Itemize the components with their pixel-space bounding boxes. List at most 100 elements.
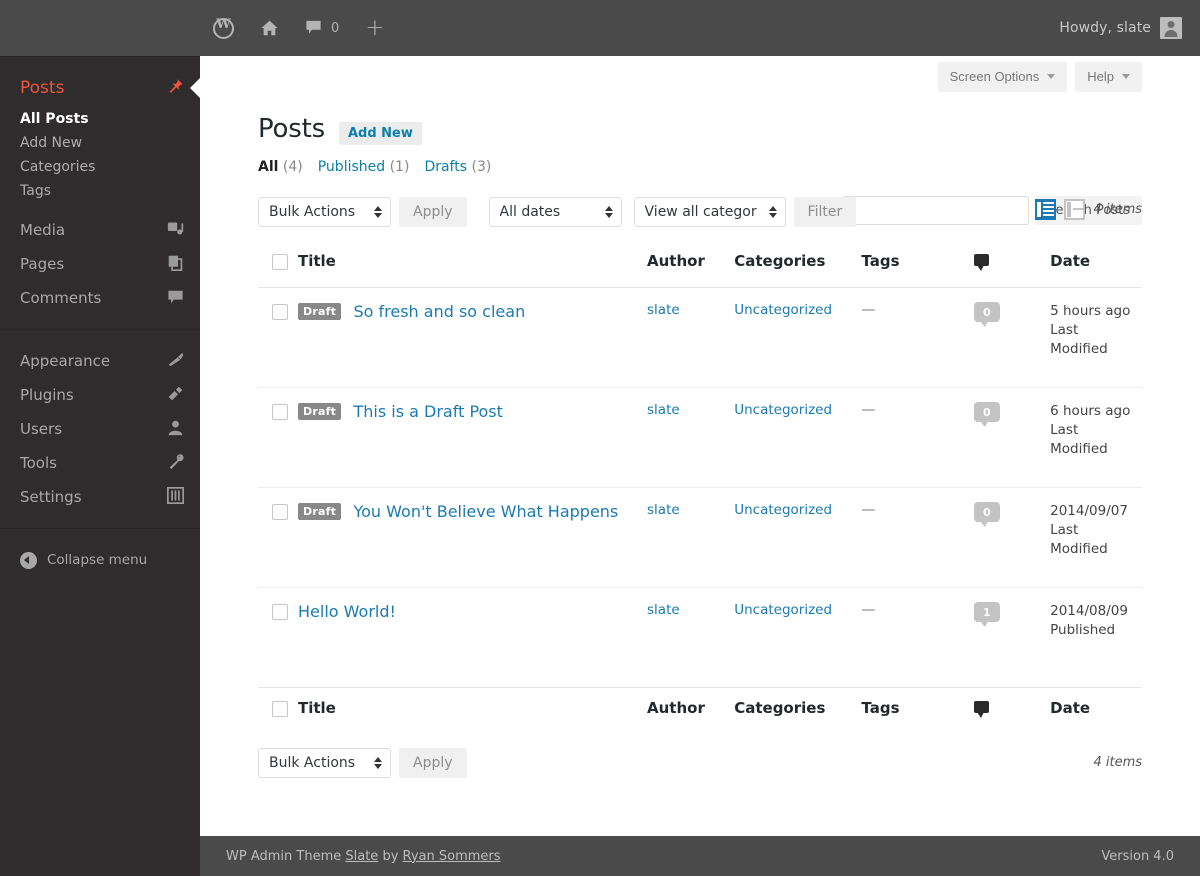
view-filter-all[interactable]: All (4): [258, 159, 303, 175]
bulk-actions-select-bottom[interactable]: Bulk Actions: [258, 748, 391, 778]
filter-button[interactable]: Filter: [793, 197, 857, 227]
view-filter-drafts[interactable]: Drafts (3): [424, 159, 491, 175]
collapse-arrow-icon: [20, 551, 37, 569]
sidebar-item-comments[interactable]: Comments: [0, 281, 200, 315]
help-label: Help: [1087, 69, 1114, 84]
comment-count-bubble[interactable]: 0: [973, 402, 1000, 427]
author-link[interactable]: slate: [647, 602, 680, 618]
excerpt-view-icon[interactable]: [1064, 199, 1086, 220]
row-checkbox[interactable]: [272, 604, 288, 620]
sidebar-item-users[interactable]: Users: [0, 412, 200, 446]
row-tags-cell: —: [861, 387, 974, 488]
posts-table-foot: Title Author Categories Tags Date: [258, 687, 1142, 734]
bulk-actions-select-wrap-bottom: Bulk Actions: [258, 748, 391, 778]
table-row[interactable]: Draft This is a Draft Post slate Uncateg…: [258, 387, 1142, 488]
plug-icon: [167, 385, 184, 405]
sidebar-item-add-new-post[interactable]: Add New: [0, 131, 200, 155]
chevron-down-icon: [1122, 74, 1130, 79]
apply-bulk-action-button-bottom[interactable]: Apply: [399, 748, 467, 778]
table-row[interactable]: Draft You Won't Believe What Happens sla…: [258, 487, 1142, 588]
view-filter-label[interactable]: Published: [318, 159, 385, 175]
status-badge: Draft: [298, 503, 342, 520]
row-title-cell: Draft This is a Draft Post: [298, 387, 648, 488]
column-header-categories[interactable]: Categories: [734, 241, 862, 288]
admin-bar-right[interactable]: Howdy, slate: [1059, 17, 1200, 39]
category-link[interactable]: Uncategorized: [734, 602, 832, 618]
date-filter-select[interactable]: All dates: [488, 197, 622, 227]
comments-bubble-link[interactable]: 0: [292, 0, 352, 56]
row-author-cell: slate: [647, 588, 734, 688]
comment-count-bubble[interactable]: 1: [973, 602, 1000, 627]
theme-link[interactable]: Slate: [345, 849, 378, 864]
view-filter-count: (3): [471, 159, 492, 175]
post-status-filter-links: All (4) Published (1) Drafts (3): [258, 159, 1142, 175]
row-checkbox[interactable]: [272, 404, 288, 420]
list-view-icon[interactable]: [1035, 199, 1057, 220]
post-date-state: Last Modified: [1050, 522, 1108, 557]
help-button[interactable]: Help: [1075, 62, 1142, 92]
row-comments-cell: 1: [973, 588, 1050, 688]
sidebar-item-posts[interactable]: Posts: [0, 71, 201, 105]
sidebar-item-appearance[interactable]: Appearance: [0, 344, 200, 378]
column-footer-comments[interactable]: [973, 687, 1051, 734]
category-link[interactable]: Uncategorized: [734, 402, 832, 418]
sidebar-item-media[interactable]: Media: [0, 213, 200, 247]
sidebar-item-settings[interactable]: Settings: [0, 480, 200, 514]
view-filter-published[interactable]: Published (1): [318, 159, 410, 175]
author-link[interactable]: slate: [647, 402, 680, 418]
column-footer-date[interactable]: Date: [1050, 687, 1142, 734]
sidebar-item-tags[interactable]: Tags: [0, 179, 200, 203]
column-footer-tags[interactable]: Tags: [861, 687, 974, 734]
column-header-date[interactable]: Date: [1050, 241, 1142, 288]
comment-count-bubble[interactable]: 0: [973, 502, 1000, 527]
sidebar-item-categories[interactable]: Categories: [0, 155, 200, 179]
view-filter-label[interactable]: Drafts: [424, 159, 467, 175]
sidebar-item-tools[interactable]: Tools: [0, 446, 200, 480]
row-checkbox[interactable]: [272, 504, 288, 520]
sidebar-item-all-posts[interactable]: All Posts: [0, 107, 200, 131]
sidebar-item-pages[interactable]: Pages: [0, 247, 200, 281]
post-title-link[interactable]: Hello World!: [298, 602, 396, 621]
row-comments-cell: 0: [973, 487, 1051, 588]
select-all-checkbox-bottom[interactable]: [272, 701, 288, 717]
table-header-row: Title Author Categories Tags Date: [258, 241, 1142, 288]
table-nav-top: Bulk Actions Apply All dates View all ca…: [258, 197, 1142, 227]
table-row[interactable]: Hello World! slate Uncategorized — 1 201…: [258, 588, 1142, 688]
column-footer-categories[interactable]: Categories: [734, 687, 862, 734]
column-footer-author[interactable]: Author: [647, 687, 735, 734]
category-link[interactable]: Uncategorized: [734, 502, 832, 518]
collapse-menu-button[interactable]: Collapse menu: [0, 543, 200, 577]
sidebar-item-label: Comments: [20, 289, 102, 307]
row-checkbox[interactable]: [272, 304, 288, 320]
apply-bulk-action-button-top[interactable]: Apply: [399, 197, 467, 227]
author-link[interactable]: slate: [647, 302, 680, 318]
column-footer-title[interactable]: Title: [298, 687, 648, 734]
home-icon: [261, 20, 278, 36]
column-header-comments[interactable]: [973, 241, 1051, 288]
column-header-title[interactable]: Title: [298, 241, 648, 288]
screen-options-button[interactable]: Screen Options: [937, 62, 1068, 92]
column-header-author[interactable]: Author: [647, 241, 735, 288]
sidebar-item-plugins[interactable]: Plugins: [0, 378, 200, 412]
row-author-cell: slate: [647, 387, 735, 488]
comment-count-bubble[interactable]: 0: [973, 302, 1000, 327]
table-row[interactable]: Draft So fresh and so clean slate Uncate…: [258, 287, 1142, 388]
wordpress-logo-menu[interactable]: [200, 0, 247, 56]
new-content-button[interactable]: +: [352, 0, 397, 56]
category-filter-select[interactable]: View all categories: [633, 197, 786, 227]
row-categories-cell: Uncategorized: [734, 588, 861, 688]
author-link[interactable]: slate: [647, 502, 680, 518]
add-new-post-button[interactable]: Add New: [338, 122, 422, 145]
bulk-actions-select[interactable]: Bulk Actions: [258, 197, 391, 227]
pin-icon: [167, 78, 184, 98]
post-title-link[interactable]: You Won't Believe What Happens: [353, 502, 618, 521]
site-home-link[interactable]: [247, 0, 292, 56]
category-link[interactable]: Uncategorized: [734, 302, 832, 318]
post-title-link[interactable]: This is a Draft Post: [353, 402, 502, 421]
column-header-tags[interactable]: Tags: [861, 241, 974, 288]
post-title-link[interactable]: So fresh and so clean: [353, 302, 525, 321]
tags-value: —: [861, 602, 876, 618]
select-all-checkbox-top[interactable]: [272, 254, 288, 270]
author-link[interactable]: Ryan Sommers: [403, 849, 501, 864]
